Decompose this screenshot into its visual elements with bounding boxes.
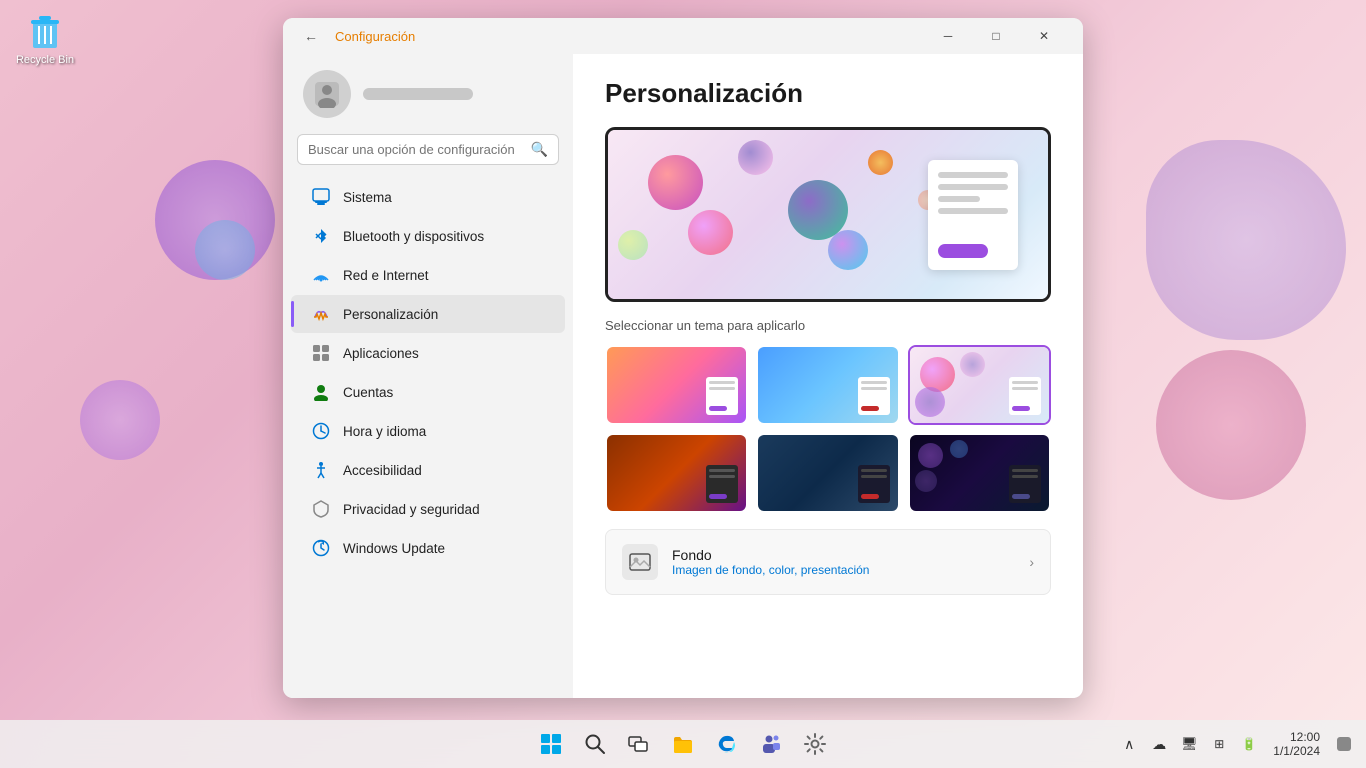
fondo-item[interactable]: Fondo Imagen de fondo, color, presentaci…	[605, 529, 1051, 595]
recycle-bin-label: Recycle Bin	[16, 54, 74, 66]
search-input[interactable]	[308, 142, 523, 157]
sidebar-item-label-accesibilidad: Accesibilidad	[343, 463, 422, 478]
system-tray: ∧ ☁ 🖥 ⊞ 🔋 12:00 1/1/2024	[1115, 728, 1358, 760]
recycle-bin[interactable]: Recycle Bin	[15, 10, 75, 66]
network-tray-icon[interactable]: ⊞	[1205, 730, 1233, 758]
clock-date: 1/1/2024	[1273, 744, 1320, 758]
edge-button[interactable]	[707, 724, 747, 764]
window-controls: ─ □ ✕	[925, 20, 1067, 52]
taskbar-search-icon	[584, 733, 606, 755]
tray-icons: ∧ ☁ 🖥 ⊞ 🔋	[1115, 730, 1263, 758]
fondo-image-icon	[629, 551, 651, 573]
theme-card-win11-dark[interactable]	[605, 433, 748, 513]
theme-card-cosmos-dark[interactable]	[908, 433, 1051, 513]
personalizacion-icon	[311, 304, 331, 324]
avatar-name-placeholder	[363, 88, 473, 100]
close-button[interactable]: ✕	[1021, 20, 1067, 52]
avatar-icon	[313, 80, 341, 108]
sidebar-item-label-privacidad: Privacidad y seguridad	[343, 502, 480, 517]
sidebar-item-windows-update[interactable]: Windows Update	[291, 529, 565, 567]
notification-button[interactable]	[1330, 730, 1358, 758]
sidebar: 🔍 Sistema Bluetooth y dispositivos	[283, 54, 573, 698]
minimize-button[interactable]: ─	[925, 20, 971, 52]
settings-taskbar-button[interactable]	[795, 724, 835, 764]
search-button[interactable]	[575, 724, 615, 764]
titlebar-left: ← Configuración	[299, 24, 415, 48]
edge-icon	[716, 733, 738, 755]
cuentas-icon	[311, 382, 331, 402]
fondo-chevron-icon: ›	[1029, 554, 1034, 570]
sidebar-item-label-red: Red e Internet	[343, 268, 429, 283]
accesibilidad-icon	[311, 460, 331, 480]
hora-icon	[311, 421, 331, 441]
select-theme-label: Seleccionar un tema para aplicarlo	[605, 318, 1051, 333]
task-view-button[interactable]	[619, 724, 659, 764]
file-explorer-icon	[672, 733, 694, 755]
notification-icon	[1336, 736, 1352, 752]
onedrive-tray-icon[interactable]: ☁	[1145, 730, 1173, 758]
file-explorer-button[interactable]	[663, 724, 703, 764]
windows-logo-icon	[540, 733, 562, 755]
teams-button[interactable]	[751, 724, 791, 764]
tray-expand-button[interactable]: ∧	[1115, 730, 1143, 758]
maximize-button[interactable]: □	[973, 20, 1019, 52]
theme-grid	[605, 345, 1051, 513]
window-title: Configuración	[335, 29, 415, 44]
main-panel: Personalización	[573, 54, 1083, 698]
taskbar: ∧ ☁ 🖥 ⊞ 🔋 12:00 1/1/2024	[0, 720, 1366, 768]
sidebar-item-label-sistema: Sistema	[343, 190, 392, 205]
red-icon	[311, 265, 331, 285]
privacidad-icon	[311, 499, 331, 519]
back-button[interactable]: ←	[299, 24, 323, 48]
theme-card-win11[interactable]	[605, 345, 748, 425]
fondo-subtitle: Imagen de fondo, color, presentación	[672, 563, 1015, 577]
sistema-icon	[311, 187, 331, 207]
sidebar-item-label-cuentas: Cuentas	[343, 385, 393, 400]
sidebar-item-label-aplicaciones: Aplicaciones	[343, 346, 419, 361]
sidebar-item-red[interactable]: Red e Internet	[291, 256, 565, 294]
clock-time: 12:00	[1273, 730, 1320, 744]
theme-preview-document	[928, 160, 1018, 270]
page-title: Personalización	[605, 78, 1051, 109]
bluetooth-icon	[311, 226, 331, 246]
theme-card-cosmos[interactable]	[908, 345, 1051, 425]
sidebar-item-privacidad[interactable]: Privacidad y seguridad	[291, 490, 565, 528]
current-theme-preview	[605, 127, 1051, 302]
sidebar-item-label-personalizacion: Personalización	[343, 307, 438, 322]
sidebar-item-label-bluetooth: Bluetooth y dispositivos	[343, 229, 484, 244]
fondo-text: Fondo Imagen de fondo, color, presentaci…	[672, 547, 1015, 577]
theme-card-glow[interactable]	[756, 345, 899, 425]
search-icon: 🔍	[531, 141, 548, 158]
battery-tray-icon[interactable]: 🔋	[1235, 730, 1263, 758]
sidebar-item-bluetooth[interactable]: Bluetooth y dispositivos	[291, 217, 565, 255]
settings-window: ← Configuración ─ □ ✕	[283, 18, 1083, 698]
teams-icon	[760, 733, 782, 755]
taskbar-icons	[531, 724, 835, 764]
theme-card-glow-dark[interactable]	[756, 433, 899, 513]
aplicaciones-icon	[311, 343, 331, 363]
sidebar-item-cuentas[interactable]: Cuentas	[291, 373, 565, 411]
fondo-icon	[622, 544, 658, 580]
sidebar-item-accesibilidad[interactable]: Accesibilidad	[291, 451, 565, 489]
sidebar-item-personalizacion[interactable]: Personalización	[291, 295, 565, 333]
sidebar-item-hora[interactable]: Hora y idioma	[291, 412, 565, 450]
display-tray-icon[interactable]: 🖥	[1175, 730, 1203, 758]
user-avatar-area	[283, 62, 573, 134]
fondo-title: Fondo	[672, 547, 1015, 563]
start-button[interactable]	[531, 724, 571, 764]
settings-icon	[804, 733, 826, 755]
sidebar-item-label-windows-update: Windows Update	[343, 541, 445, 556]
titlebar: ← Configuración ─ □ ✕	[283, 18, 1083, 54]
nav-list: Sistema Bluetooth y dispositivos Red e I…	[283, 177, 573, 568]
window-content: 🔍 Sistema Bluetooth y dispositivos	[283, 54, 1083, 698]
task-view-icon	[628, 733, 650, 755]
sidebar-item-aplicaciones[interactable]: Aplicaciones	[291, 334, 565, 372]
sidebar-item-sistema[interactable]: Sistema	[291, 178, 565, 216]
sidebar-item-label-hora: Hora y idioma	[343, 424, 426, 439]
time-display[interactable]: 12:00 1/1/2024	[1267, 728, 1326, 760]
windows-update-icon	[311, 538, 331, 558]
recycle-bin-icon	[25, 10, 65, 50]
search-box[interactable]: 🔍	[297, 134, 559, 165]
avatar	[303, 70, 351, 118]
